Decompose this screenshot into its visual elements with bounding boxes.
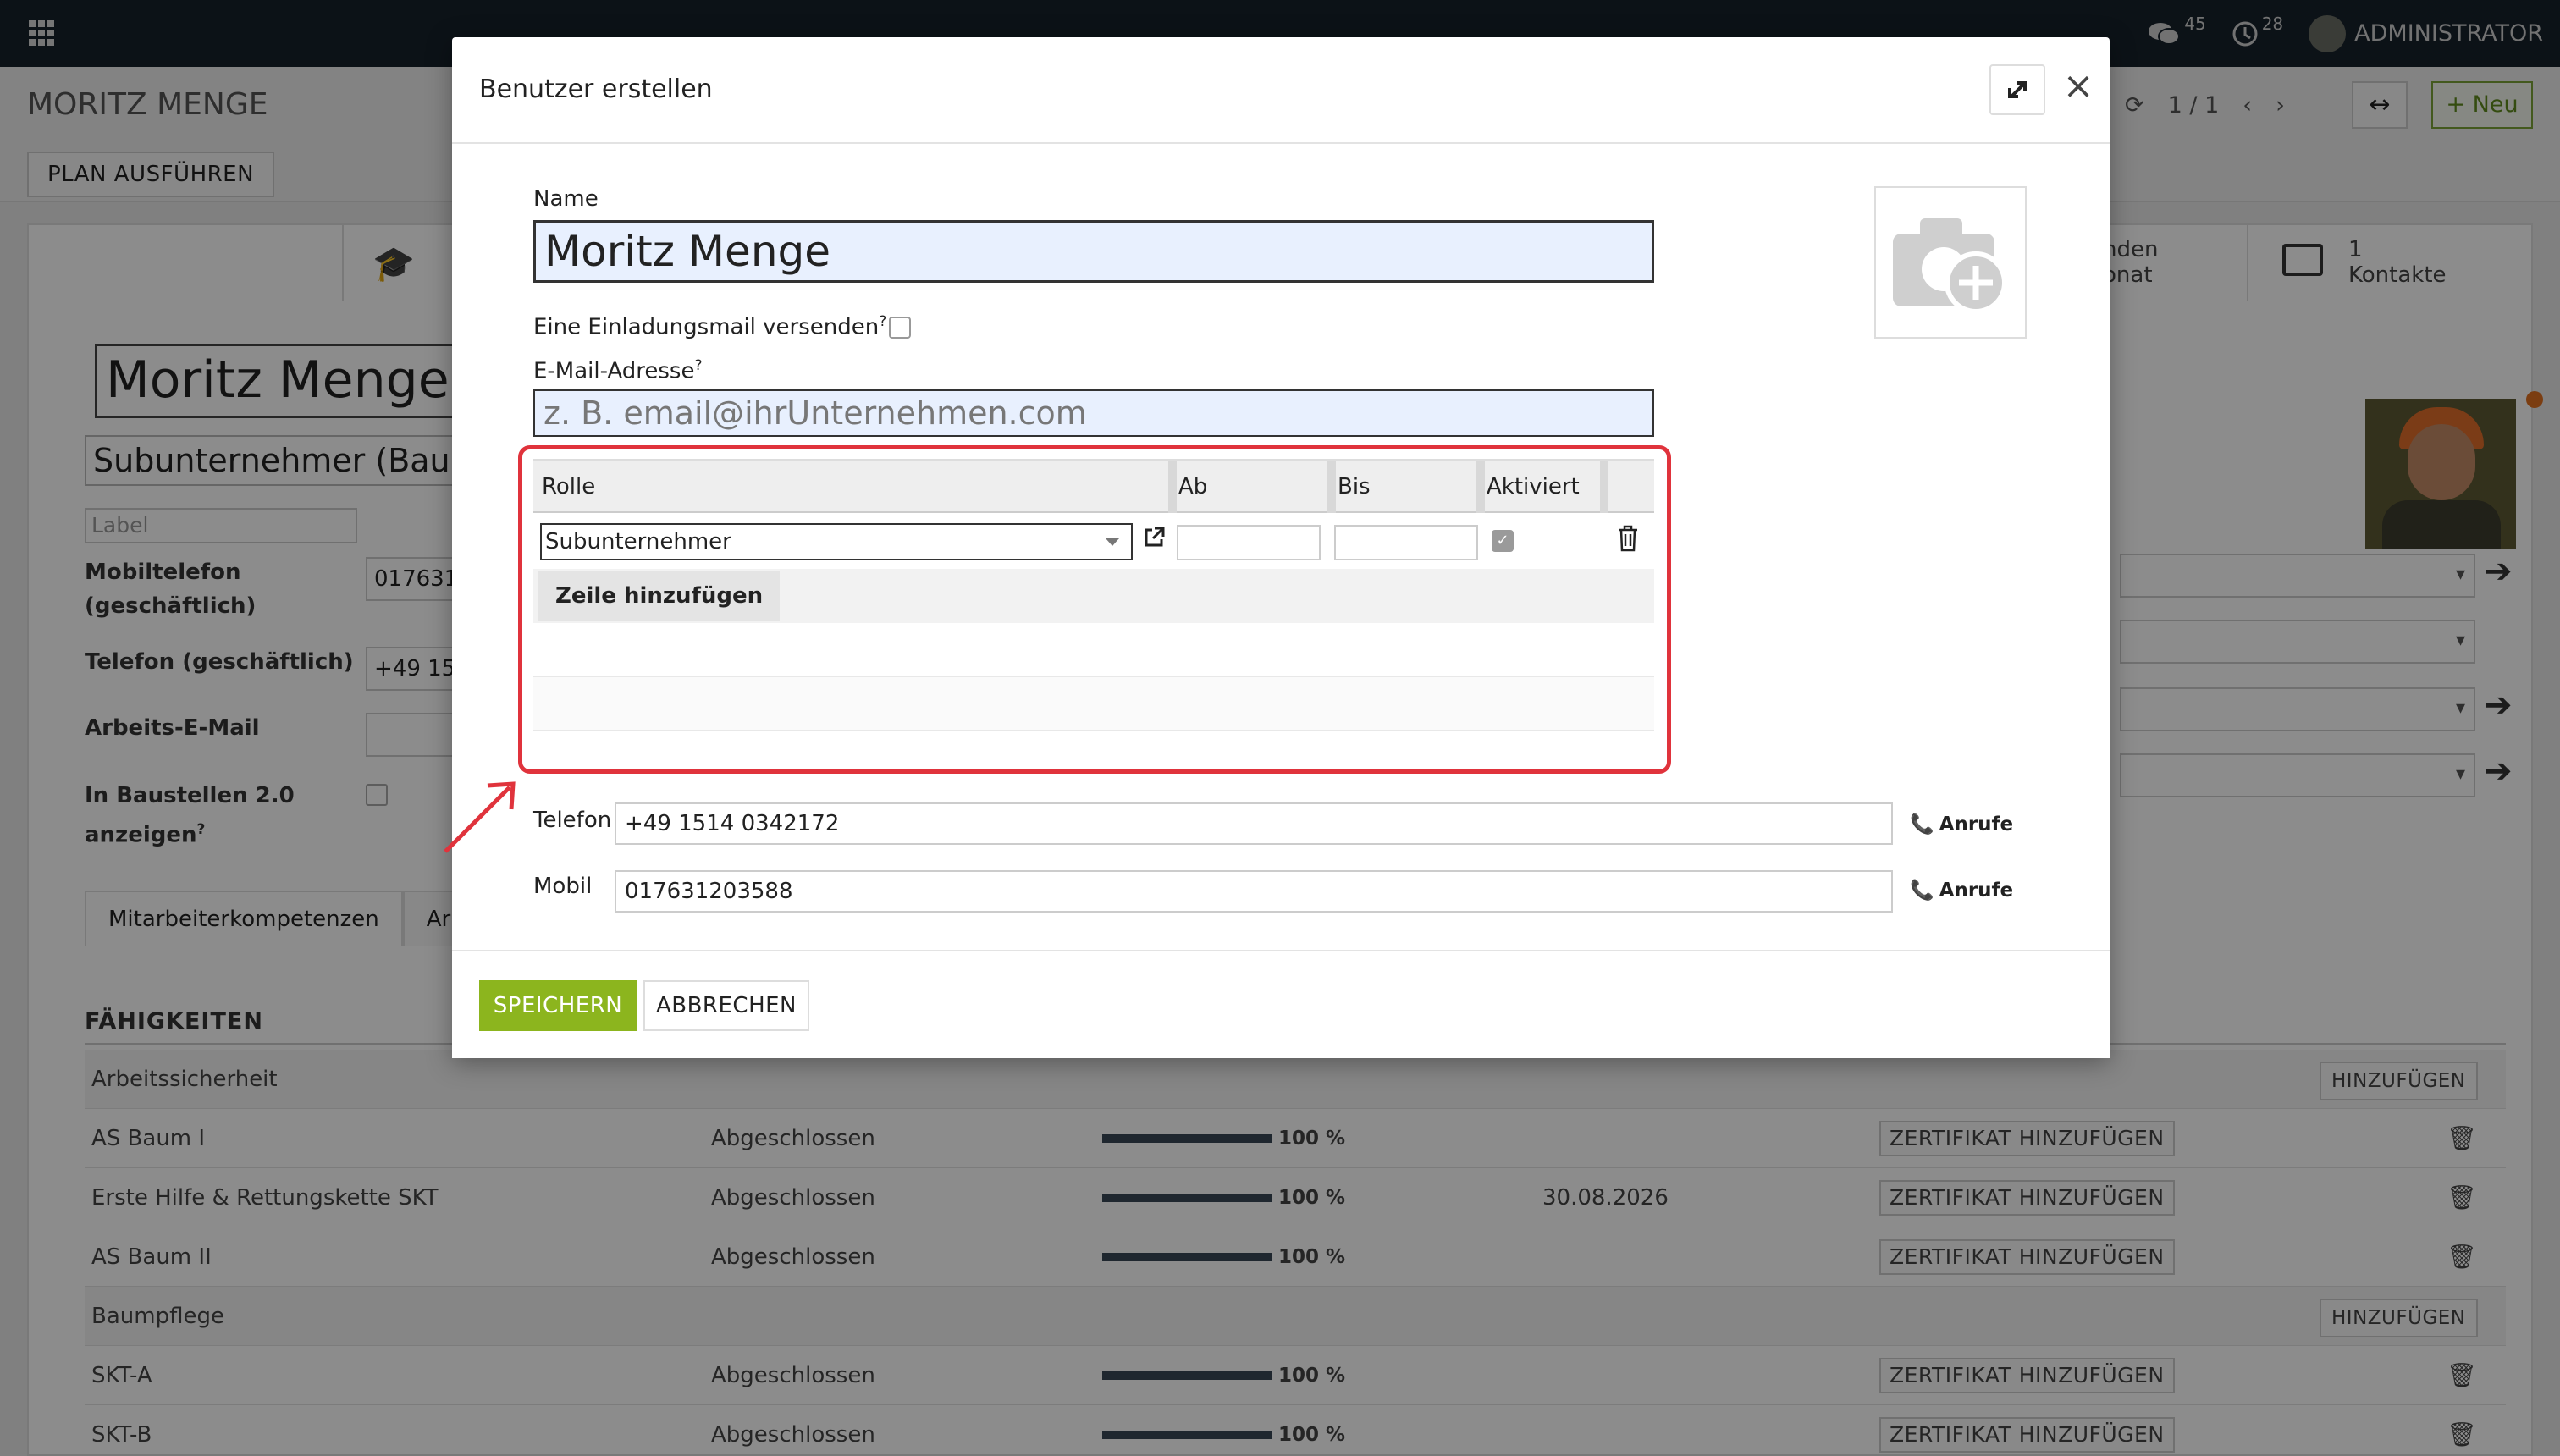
close-icon[interactable]: × [2059,68,2098,108]
user-photo-upload[interactable] [1874,186,2027,339]
call-label: Anrufe [1939,813,2014,836]
fullscreen-button[interactable] [1989,64,2045,115]
call-phone-button[interactable]: 📞 Anrufe [1910,813,2013,836]
dialog-title: Benutzer erstellen [479,74,713,104]
invite-checkbox[interactable] [889,317,911,339]
help-tooltip-icon[interactable]: ? [879,313,886,330]
invite-label: Eine Einladungsmail versenden? [533,313,886,340]
phone-icon: 📞 [1910,813,1934,836]
help-tooltip-icon[interactable]: ? [694,357,702,374]
invite-label-text: Eine Einladungsmail versenden [533,314,880,340]
call-label: Anrufe [1939,879,2014,902]
email-label: E-Mail-Adresse? [533,357,703,384]
email-label-text: E-Mail-Adresse [533,358,695,384]
red-highlight-box [518,445,1671,774]
cancel-button[interactable]: ABBRECHEN [643,980,809,1031]
phone-input[interactable]: +49 1514 0342172 [615,802,1893,845]
dialog-footer: SPEICHERN ABBRECHEN [452,950,2110,1058]
phone-label: Telefon [533,808,612,833]
name-label: Name [533,186,599,212]
call-mobile-button[interactable]: 📞 Anrufe [1910,879,2013,902]
name-input[interactable]: Moritz Menge [533,220,1654,283]
mobile-label: Mobil [533,874,593,899]
red-annotation-arrow [444,781,516,853]
dialog-header: Benutzer erstellen × [452,37,2110,144]
save-button[interactable]: SPEICHERN [479,980,637,1031]
expand-icon [2008,81,2027,98]
mobile-input[interactable]: 017631203588 [615,870,1893,913]
email-input[interactable]: z. B. email@ihrUnternehmen.com [533,389,1654,437]
camera-add-icon [1893,218,2007,314]
phone-icon: 📞 [1910,880,1934,902]
